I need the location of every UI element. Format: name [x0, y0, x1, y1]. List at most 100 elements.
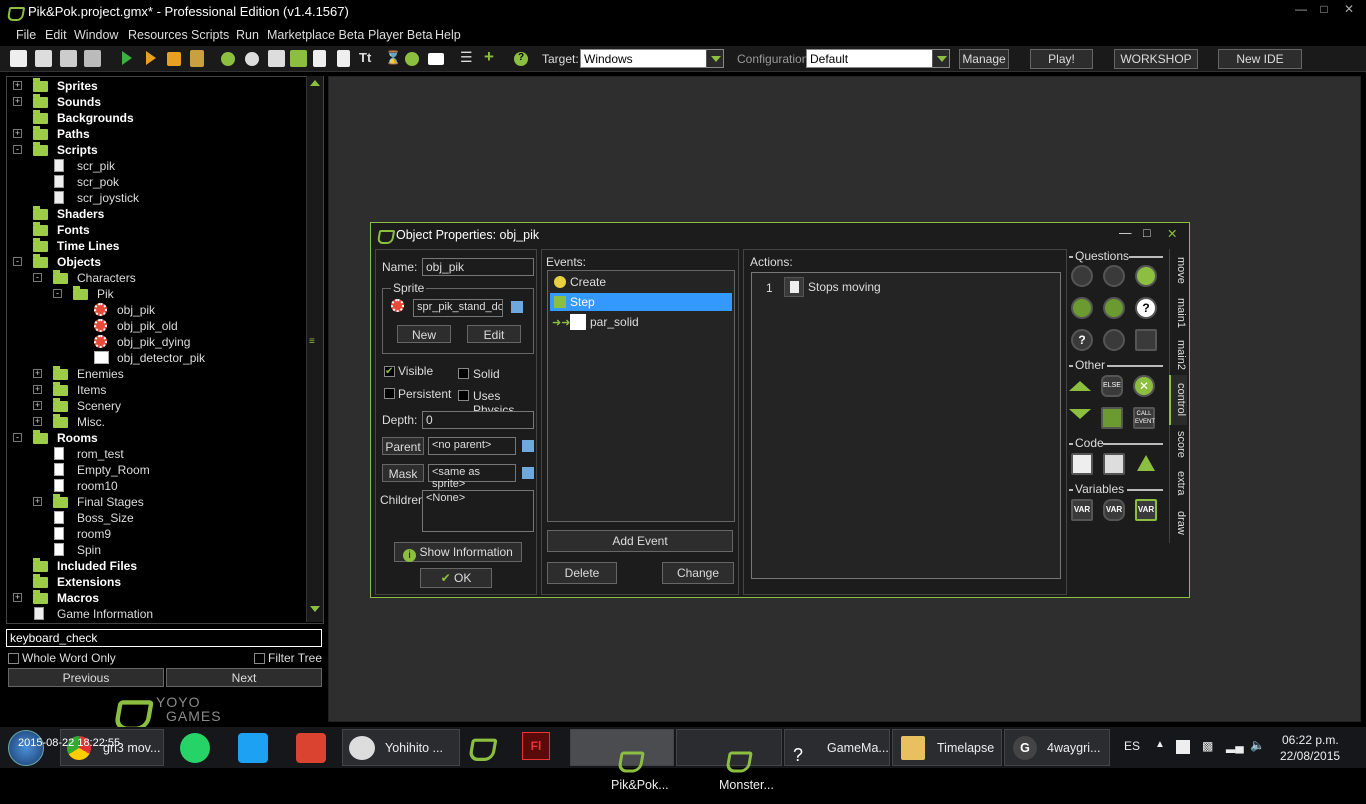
- dialog-minimize-button[interactable]: —: [1119, 226, 1132, 240]
- resource-tree[interactable]: + Sprites + Sounds Backgrounds + Paths - Scripts…: [6, 76, 324, 624]
- stop-icon[interactable]: [167, 52, 181, 66]
- actions-list[interactable]: 1 Stops moving: [751, 272, 1061, 579]
- config-select[interactable]: Default: [806, 49, 950, 68]
- new-ide-button[interactable]: New IDE: [1218, 49, 1302, 69]
- run-icon[interactable]: [122, 51, 139, 65]
- depth-input[interactable]: 0: [422, 411, 534, 429]
- previous-button[interactable]: Previous: [8, 668, 164, 687]
- signal-icon[interactable]: ▂▄: [1226, 739, 1244, 753]
- menu-file[interactable]: File: [16, 28, 36, 42]
- new-icon[interactable]: [10, 50, 27, 67]
- tab-draw[interactable]: draw: [1169, 503, 1187, 543]
- menu-resources[interactable]: Resources: [128, 28, 188, 42]
- tab-score[interactable]: score: [1169, 425, 1187, 463]
- add-shader-icon[interactable]: [337, 50, 350, 67]
- action-text[interactable]: Stops moving: [808, 280, 881, 294]
- tree-scrollbar[interactable]: ≡: [306, 76, 323, 622]
- check-grid-icon[interactable]: [1135, 329, 1157, 351]
- expand-icon[interactable]: +: [33, 369, 42, 378]
- whole-word-checkbox[interactable]: [8, 653, 19, 664]
- add-room-icon[interactable]: [428, 53, 444, 65]
- debug-icon[interactable]: [146, 51, 163, 65]
- whatsapp-icon[interactable]: [180, 733, 210, 763]
- clock-time[interactable]: 06:22 p.m.: [1282, 733, 1339, 747]
- sprite-menu-icon[interactable]: [511, 301, 523, 313]
- name-input[interactable]: obj_pik: [422, 258, 534, 276]
- play-button[interactable]: Play!: [1030, 49, 1093, 69]
- sprite-input[interactable]: spr_pik_stand_do: [413, 299, 503, 317]
- twitter-icon[interactable]: [238, 733, 268, 763]
- add-sound-icon[interactable]: [245, 52, 259, 66]
- tab-main1[interactable]: main1: [1169, 291, 1187, 335]
- visible-checkbox[interactable]: ✔: [384, 366, 395, 377]
- test-chance-icon[interactable]: [1103, 297, 1125, 319]
- call-event-icon[interactable]: CALL EVENT: [1133, 407, 1155, 429]
- add-event-button[interactable]: Add Event: [547, 530, 733, 552]
- task-gamemaker[interactable]: ? GameMa...: [784, 729, 890, 766]
- start-block-icon[interactable]: [1069, 381, 1091, 391]
- scroll-down-icon[interactable]: [310, 606, 320, 612]
- maximize-button[interactable]: □: [1313, 2, 1335, 16]
- search-input[interactable]: keyboard_check: [6, 629, 322, 647]
- expand-icon[interactable]: +: [33, 385, 42, 394]
- workshop-button[interactable]: WORKSHOP: [1114, 49, 1198, 69]
- event-step[interactable]: Step: [550, 293, 732, 311]
- gamemaker-taskbar-icon[interactable]: [470, 737, 492, 756]
- expand-icon[interactable]: +: [13, 97, 22, 106]
- task-timelapse[interactable]: Timelapse: [892, 729, 1002, 766]
- solid-checkbox[interactable]: [458, 368, 469, 379]
- event-create[interactable]: Create: [550, 273, 732, 291]
- tab-extra[interactable]: extra: [1169, 463, 1187, 503]
- help-icon[interactable]: ?: [514, 52, 528, 66]
- language-indicator[interactable]: ES: [1124, 739, 1140, 753]
- add-sprite-icon[interactable]: [221, 52, 235, 66]
- add-path-icon[interactable]: [290, 50, 307, 67]
- add-script-icon[interactable]: [313, 50, 326, 67]
- manage-button[interactable]: Manage: [959, 49, 1009, 69]
- expand-icon[interactable]: +: [13, 129, 22, 138]
- expand-icon[interactable]: +: [13, 593, 22, 602]
- scroll-up-icon[interactable]: [310, 80, 320, 86]
- mask-menu-icon[interactable]: [522, 467, 534, 479]
- task-pikpok[interactable]: Pik&Pok...: [570, 729, 674, 792]
- menu-edit[interactable]: Edit: [45, 28, 67, 42]
- list-icon[interactable]: ☰: [460, 49, 473, 66]
- execute-script-icon[interactable]: [1103, 453, 1125, 475]
- add-timeline-icon[interactable]: ⌛: [385, 50, 401, 66]
- tray-arrow-icon[interactable]: ▲: [1155, 739, 1165, 750]
- expand-icon[interactable]: +: [33, 417, 42, 426]
- windows-icon[interactable]: [1176, 740, 1190, 754]
- bookmark-app-icon[interactable]: [296, 733, 326, 763]
- add-icon[interactable]: +: [484, 47, 494, 67]
- physics-checkbox[interactable]: [458, 390, 469, 401]
- test-variable-icon[interactable]: VAR: [1103, 499, 1125, 521]
- set-variable-icon[interactable]: VAR: [1071, 499, 1093, 521]
- delete-event-button[interactable]: Delete: [547, 562, 617, 584]
- comment-icon[interactable]: [1137, 455, 1155, 471]
- exit-event-icon[interactable]: ✕: [1133, 375, 1155, 397]
- open-icon[interactable]: [35, 50, 52, 67]
- flash-icon[interactable]: Fl: [522, 732, 550, 760]
- menu-scripts[interactable]: Scripts: [191, 28, 229, 42]
- collapse-icon[interactable]: -: [13, 145, 22, 154]
- persistent-checkbox[interactable]: [384, 388, 395, 399]
- minimize-button[interactable]: —: [1290, 2, 1312, 16]
- event-collision[interactable]: ➜➜ par_solid: [550, 313, 732, 331]
- check-empty-icon[interactable]: [1071, 265, 1093, 287]
- menu-marketplace[interactable]: Marketplace Beta: [267, 28, 364, 42]
- repeat-icon[interactable]: [1101, 407, 1123, 429]
- device-icon[interactable]: ▩: [1202, 739, 1213, 753]
- clock-date[interactable]: 22/08/2015: [1280, 749, 1340, 763]
- collapse-icon[interactable]: -: [33, 273, 42, 282]
- volume-icon[interactable]: 🔈: [1250, 738, 1265, 752]
- execute-code-icon[interactable]: [1071, 453, 1093, 475]
- save-icon[interactable]: [60, 50, 77, 67]
- check-object-icon[interactable]: [1135, 265, 1157, 287]
- test-instance-count-icon[interactable]: [1071, 297, 1093, 319]
- check-question-icon[interactable]: ?: [1135, 297, 1157, 319]
- parent-menu-icon[interactable]: [522, 440, 534, 452]
- filter-tree-checkbox[interactable]: [254, 653, 265, 664]
- scroll-grip-icon[interactable]: ≡: [309, 336, 315, 347]
- clean-icon[interactable]: [190, 50, 204, 67]
- check-collision-icon[interactable]: [1103, 265, 1125, 287]
